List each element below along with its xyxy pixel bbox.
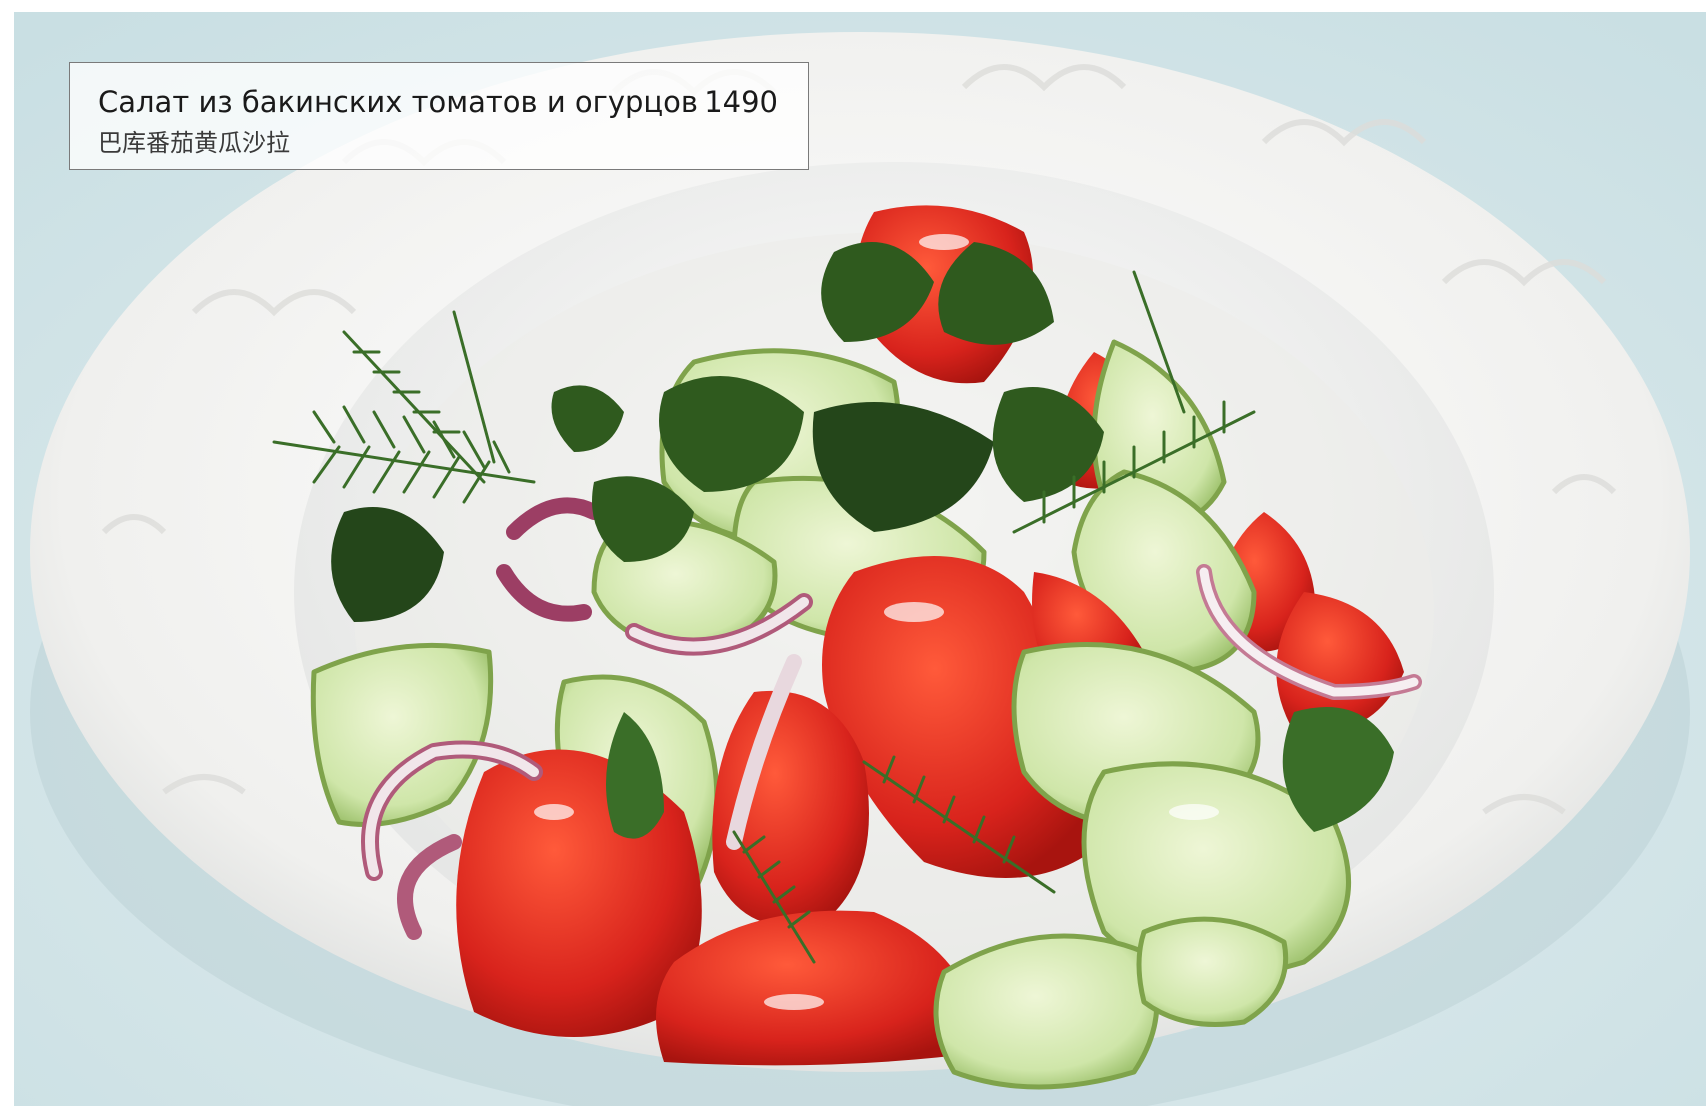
dish-price: 1490 bbox=[704, 85, 778, 119]
dish-name-chinese: 巴库番茄黄瓜沙拉 bbox=[98, 129, 290, 157]
cucumber-piece bbox=[933, 933, 1160, 1090]
dish-name-russian: Салат из бакинских томатов и огурцов bbox=[98, 85, 699, 119]
photo-frame: Салат из бакинских томатов и огурцов 149… bbox=[14, 12, 1706, 1106]
salad-photo bbox=[14, 12, 1706, 1106]
cucumber-piece bbox=[1136, 916, 1289, 1027]
menu-label: Салат из бакинских томатов и огурцов 149… bbox=[69, 62, 809, 170]
